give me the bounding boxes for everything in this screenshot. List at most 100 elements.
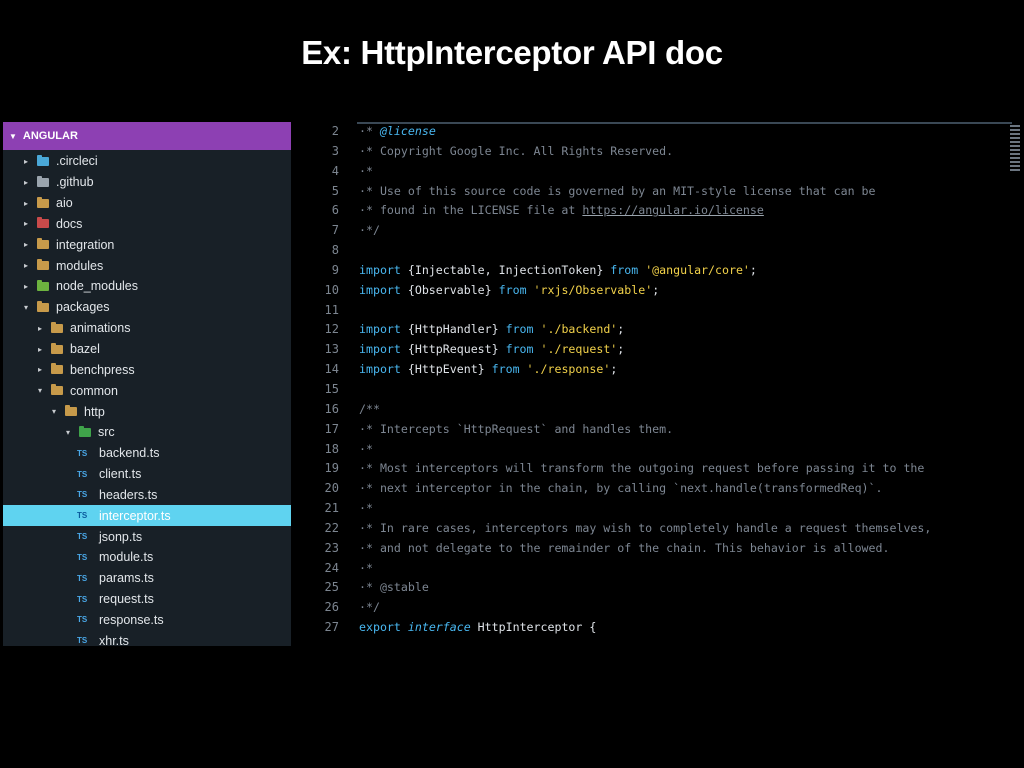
folder-icon (37, 259, 49, 271)
file-item[interactable]: TS headers.ts (3, 485, 291, 506)
chevron-right-icon[interactable]: ▸ (21, 157, 31, 166)
file-item[interactable]: TS jsonp.ts (3, 526, 291, 547)
folder-item[interactable]: ▾ http (3, 401, 291, 422)
folder-item[interactable]: ▾ packages (3, 297, 291, 318)
line-number: 8 (331, 243, 339, 258)
folder-icon (37, 196, 49, 208)
tree-item-label: common (70, 383, 118, 398)
minimap[interactable] (1010, 125, 1020, 220)
tree-item-label: aio (56, 196, 73, 211)
line-number: 7 (331, 223, 339, 238)
file-item[interactable]: TS params.ts (3, 568, 291, 589)
code-line: ·* found in the LICENSE file at https://… (359, 203, 764, 218)
tree-item-label: module.ts (99, 550, 154, 565)
folder-icon (51, 321, 63, 333)
typescript-file-icon: TS (77, 552, 88, 562)
chevron-right-icon[interactable]: ▸ (21, 282, 31, 291)
code-line: import {HttpEvent} from './response'; (359, 362, 618, 377)
code-line: ·*/ (359, 600, 380, 615)
line-number: 21 (324, 501, 339, 516)
chevron-right-icon[interactable]: ▸ (35, 324, 45, 333)
chevron-right-icon[interactable]: ▸ (35, 365, 45, 374)
tree-item-label: interceptor.ts (99, 508, 171, 523)
code-line: ·* In rare cases, interceptors may wish … (359, 520, 932, 535)
typescript-file-icon: TS (77, 511, 88, 521)
chevron-down-icon[interactable]: ▾ (21, 303, 31, 312)
chevron-right-icon[interactable]: ▸ (21, 178, 31, 187)
chevron-right-icon[interactable]: ▸ (21, 240, 31, 249)
code-line: ·* Copyright Google Inc. All Rights Rese… (359, 143, 674, 158)
folder-item[interactable]: ▸ node_modules (3, 276, 291, 297)
code-line: ·* Intercepts `HttpRequest` and handles … (359, 421, 674, 436)
chevron-right-icon[interactable]: ▸ (21, 199, 31, 208)
folder-icon (51, 363, 63, 375)
chevron-down-icon[interactable]: ▾ (49, 407, 59, 416)
folder-item[interactable]: ▸ benchpress (3, 359, 291, 380)
line-number: 26 (324, 600, 339, 615)
chevron-down-icon[interactable]: ▾ (63, 428, 73, 437)
file-item[interactable]: TS response.ts (3, 610, 291, 631)
tree-item-label: node_modules (56, 279, 139, 294)
folder-icon (79, 425, 91, 437)
folder-item[interactable]: ▸ .github (3, 172, 291, 193)
folder-icon (37, 175, 49, 187)
chevron-right-icon[interactable]: ▸ (21, 219, 31, 228)
chevron-down-icon[interactable]: ▾ (35, 386, 45, 395)
file-item[interactable]: TS xhr.ts (3, 630, 291, 646)
file-item[interactable]: TS interceptor.ts (3, 505, 291, 527)
folder-icon (37, 238, 49, 250)
tree-item-label: integration (56, 237, 115, 252)
explorer-header[interactable]: ▼ ANGULAR (3, 122, 291, 150)
folder-icon (37, 300, 49, 312)
folder-item[interactable]: ▾ src (3, 422, 291, 443)
line-number: 2 (331, 124, 339, 138)
code-line: export interface HttpInterceptor { (359, 620, 597, 635)
file-item[interactable]: TS module.ts (3, 547, 291, 568)
code-line: ·* (359, 501, 373, 516)
folder-item[interactable]: ▸ animations (3, 318, 291, 339)
line-number: 18 (324, 441, 339, 456)
line-number: 13 (324, 342, 339, 357)
folder-icon (51, 342, 63, 354)
file-explorer: ▼ ANGULAR ▸ .circleci ▸ .github ▸ aio ▸ docs ▸ in… (3, 122, 291, 646)
folder-icon (37, 154, 49, 166)
code-editor[interactable]: 2 3 4 5 6 7 8 9 10 11 12 13 14 15 16 17 18 19 20 21 22 23 24 25… (291, 122, 1022, 646)
code-line: ·* and not delegate to the remainder of … (359, 540, 890, 555)
file-item[interactable]: TS request.ts (3, 589, 291, 610)
folder-item[interactable]: ▸ aio (3, 193, 291, 214)
folder-item[interactable]: ▸ bazel (3, 339, 291, 360)
folder-item[interactable]: ▸ docs (3, 214, 291, 235)
line-number: 17 (324, 421, 339, 436)
code-line: ·* @license (359, 124, 436, 138)
line-number: 10 (324, 282, 339, 297)
folder-item[interactable]: ▸ integration (3, 234, 291, 255)
tree-item-label: docs (56, 216, 83, 231)
folder-icon (37, 217, 49, 229)
chevron-right-icon[interactable]: ▸ (21, 261, 31, 270)
chevron-down-icon: ▼ (9, 131, 17, 141)
folder-item[interactable]: ▾ common (3, 380, 291, 401)
code-line: ·* (359, 441, 373, 456)
code-line: /** (359, 401, 380, 416)
tree-item-label: request.ts (99, 592, 154, 607)
tree-item-label: bazel (70, 342, 100, 357)
file-item[interactable]: TS client.ts (3, 464, 291, 485)
typescript-file-icon: TS (77, 448, 88, 458)
file-item[interactable]: TS backend.ts (3, 443, 291, 464)
line-number: 27 (324, 620, 339, 635)
line-number: 22 (324, 520, 339, 535)
tree-item-label: .github (56, 175, 94, 190)
line-number: 5 (331, 183, 339, 198)
line-number: 9 (331, 262, 339, 277)
chevron-right-icon[interactable]: ▸ (35, 345, 45, 354)
code-area[interactable]: ·* @license ·* Copyright Google Inc. All … (359, 122, 1009, 638)
folder-item[interactable]: ▸ .circleci (3, 151, 291, 172)
line-number: 3 (331, 143, 339, 158)
tree-item-label: packages (56, 300, 110, 315)
tree-item-label: jsonp.ts (99, 529, 143, 544)
folder-item[interactable]: ▸ modules (3, 255, 291, 276)
code-line: import {HttpRequest} from './request'; (359, 342, 625, 357)
code-line: ·* (359, 163, 373, 178)
